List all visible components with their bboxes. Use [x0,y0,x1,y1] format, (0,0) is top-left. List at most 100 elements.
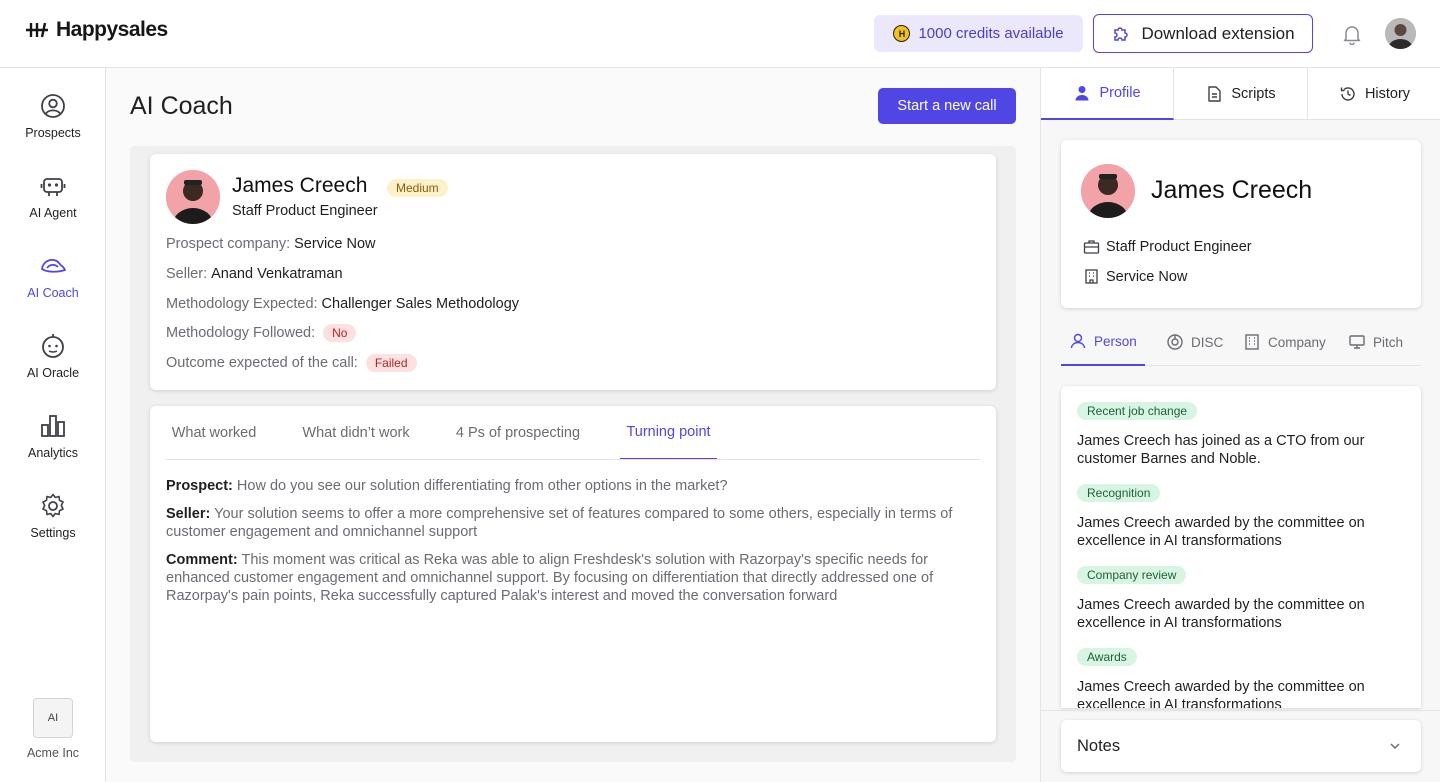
nav-label-ai-coach: AI Coach [27,286,79,300]
tab-history[interactable]: History [1308,68,1440,120]
analysis-tabs-card: What worked What didn’t work 4 Ps of pro… [150,406,996,742]
org-badge[interactable]: AI [33,698,73,738]
news-tag: Awards [1077,648,1137,666]
person-outline-icon [1070,333,1086,349]
tab-what-worked[interactable]: What worked [166,406,262,460]
person-news-card: Recent job change James Creech has joine… [1061,386,1421,708]
news-text: James Creech has joined as a CTO from ou… [1077,433,1365,467]
sub-tab-person-label: Person [1094,333,1137,349]
disc-icon [1167,334,1183,350]
news-text: James Creech awarded by the committee on… [1077,515,1365,549]
turning-point-prospect: Prospect: How do you see our solution di… [166,477,980,495]
building-icon [1085,269,1098,284]
sub-tab-company-label: Company [1268,334,1326,350]
right-panel: Profile Scripts History James Creech Sta… [1040,68,1440,782]
prospect-quote-text: How do you see our solution differentiat… [236,478,728,494]
turning-point-comment: Comment: This moment was critical as Rek… [166,551,980,605]
prospect-company-label: Prospect company: [166,236,291,252]
profile-avatar [1081,164,1135,218]
news-tag: Recognition [1077,484,1161,502]
robot-icon [40,178,66,196]
profile-card: James Creech Staff Product Engineer Serv… [1061,140,1421,308]
comment-text: This moment was critical as Reka was abl… [166,552,934,604]
prospect-role: Staff Product Engineer [232,203,378,219]
outcome-row: Outcome expected of the call: Failed [166,354,417,372]
nav-item-ai-oracle[interactable]: AI Oracle [0,332,106,400]
nav-label-prospects: Prospects [25,126,81,140]
seller-row: Seller: Anand Venkatraman [166,266,343,282]
user-avatar[interactable] [1385,18,1416,49]
prospect-summary-card: James Creech Medium Staff Product Engine… [150,154,996,390]
nav-label-analytics: Analytics [27,446,79,460]
tab-scripts-label: Scripts [1231,86,1276,102]
nav-item-settings[interactable]: Settings [0,492,106,560]
profile-sub-tabs: Person DISC Company Pitch [1061,318,1421,366]
tab-divider [166,459,980,460]
prospect-name: James Creech [232,174,368,197]
bell-icon[interactable] [1341,23,1363,45]
sub-tab-company[interactable]: Company [1243,318,1326,366]
right-tabs: Profile Scripts History [1041,68,1440,120]
prospect-company-row: Prospect company: Service Now [166,236,376,252]
gear-icon [42,493,64,518]
seller-label: Seller: [166,266,208,282]
prospect-avatar [166,170,220,224]
tab-scripts[interactable]: Scripts [1174,68,1308,120]
notes-divider [1041,710,1440,711]
history-icon [1340,87,1355,101]
tab-profile[interactable]: Profile [1041,68,1174,120]
brand-logo[interactable]: Happysales [24,18,168,42]
nav-label-settings: Settings [30,526,76,540]
start-new-call-button[interactable]: Start a new call [878,88,1016,124]
nav-label-ai-agent: AI Agent [29,206,77,220]
sub-tab-pitch[interactable]: Pitch [1348,318,1403,366]
nav-item-analytics[interactable]: Analytics [0,412,106,480]
coach-icon [41,258,66,273]
sub-tab-disc-label: DISC [1191,334,1224,350]
download-extension-button[interactable]: Download extension [1093,14,1313,53]
top-bar: Happysales H 1000 credits available Down… [0,0,1440,68]
prospect-company-value: Service Now [294,236,376,252]
puzzle-icon [1114,26,1129,41]
org-name: Acme Inc [26,746,80,760]
main-content: AI Coach Start a new call James Creech M… [106,68,1040,782]
news-text: James Creech awarded by the committee on… [1077,597,1365,631]
download-extension-label: Download extension [1141,23,1295,43]
person-icon [1075,86,1089,101]
nav-item-ai-coach[interactable]: AI Coach [0,252,106,320]
tab-4ps-of-prospecting[interactable]: 4 Ps of prospecting [448,406,588,460]
bar-chart-icon [41,415,65,437]
presentation-icon [1349,335,1365,349]
profile-name: James Creech [1151,176,1313,204]
credits-badge[interactable]: H 1000 credits available [874,15,1083,52]
tab-what-didnt-work[interactable]: What didn’t work [294,406,418,460]
methodology-expected-label: Methodology Expected: [166,296,318,312]
methodology-followed-label: Methodology Followed: [166,325,316,341]
credits-label: 1000 credits available [918,25,1064,42]
methodology-expected-value: Challenger Sales Methodology [321,296,520,312]
left-nav: Prospects AI Agent AI Coach AI Oracle An… [0,68,106,782]
seller-quote-label: Seller: [166,506,211,522]
document-icon [1208,86,1222,102]
sub-tab-person[interactable]: Person [1061,318,1145,366]
seller-value: Anand Venkatraman [211,266,343,282]
sub-tab-disc[interactable]: DISC [1166,318,1223,366]
priority-badge: Medium [387,179,448,197]
notes-accordion[interactable]: Notes [1061,720,1421,772]
methodology-followed-badge: No [323,324,357,342]
outcome-badge: Failed [365,354,417,372]
profile-role-row: Staff Product Engineer [1083,238,1252,255]
news-tag: Recent job change [1077,402,1198,420]
outcome-label: Outcome expected of the call: [166,355,358,371]
turning-point-seller: Seller: Your solution seems to offer a m… [166,505,980,541]
news-tag: Company review [1077,566,1187,584]
user-circle-icon [41,94,65,118]
methodology-expected-row: Methodology Expected: Challenger Sales M… [166,296,519,312]
prospect-quote-label: Prospect: [166,478,233,494]
page-title: AI Coach [130,92,233,120]
nav-label-ai-oracle: AI Oracle [26,366,80,380]
brand-name: Happysales [56,18,168,41]
tab-turning-point[interactable]: Turning point [620,406,717,460]
nav-item-prospects[interactable]: Prospects [0,92,106,160]
nav-item-ai-agent[interactable]: AI Agent [0,172,106,240]
